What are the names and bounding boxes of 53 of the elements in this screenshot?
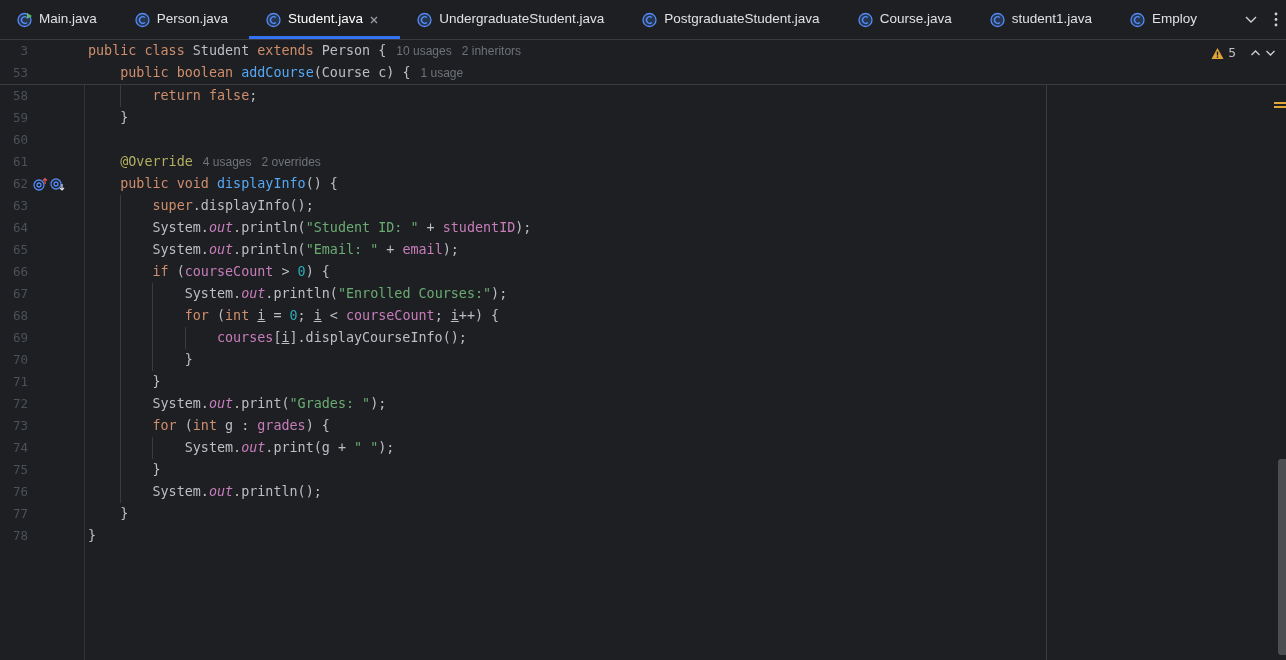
class-icon bbox=[266, 11, 283, 28]
runnable-class-icon bbox=[17, 11, 33, 28]
code-line: } bbox=[120, 108, 129, 127]
more-options-icon[interactable] bbox=[1274, 12, 1278, 27]
code-line: System.out.println(); bbox=[152, 482, 322, 501]
code-line: System.out.println("Student ID: " + studentID); bbox=[152, 218, 532, 237]
code-line: public void displayInfo() { bbox=[120, 174, 338, 193]
editor-tab[interactable]: UndergraduateStudent.java bbox=[400, 0, 626, 39]
editor-tab[interactable]: Employ bbox=[1113, 0, 1218, 39]
class-icon bbox=[857, 11, 874, 28]
overridden-down-icon[interactable] bbox=[50, 177, 65, 191]
chevron-down-icon[interactable] bbox=[1265, 48, 1276, 58]
code-line: @Override bbox=[120, 152, 193, 171]
code-line: } bbox=[184, 350, 193, 369]
inlay-hint[interactable]: 2 inheritors bbox=[461, 42, 522, 60]
override-up-icon[interactable] bbox=[33, 177, 48, 191]
class-icon bbox=[642, 11, 659, 28]
editor-tab[interactable]: Main.java bbox=[0, 0, 118, 39]
inlay-hint[interactable]: 2 overrides bbox=[261, 153, 321, 171]
editor-tab[interactable]: student1.java bbox=[972, 0, 1113, 39]
class-icon bbox=[989, 11, 1006, 28]
inlay-hint[interactable]: 1 usage bbox=[420, 64, 464, 82]
editor-tab[interactable]: Person.java bbox=[117, 0, 250, 39]
code-line: public boolean addCourse(Course c) { bbox=[120, 63, 411, 82]
code-line: } bbox=[152, 460, 161, 479]
warning-count[interactable]: 5 bbox=[1228, 43, 1236, 63]
code-line: System.out.println("Enrolled Courses:"); bbox=[184, 284, 508, 303]
code-line: courses[i].displayCourseInfo(); bbox=[216, 328, 467, 347]
code-line: } bbox=[152, 372, 161, 391]
code-line: } bbox=[120, 504, 129, 523]
warning-marker-icon[interactable] bbox=[1274, 102, 1286, 108]
code-line: return false; bbox=[152, 86, 258, 105]
code-line: } bbox=[88, 526, 97, 545]
code-line: System.out.print("Grades: "); bbox=[152, 394, 387, 413]
class-icon bbox=[417, 11, 434, 28]
inlay-hint[interactable]: 4 usages bbox=[202, 153, 252, 171]
chevron-up-icon[interactable] bbox=[1250, 48, 1261, 58]
close-icon[interactable] bbox=[369, 14, 380, 25]
code-line: for (int i = 0; i < courseCount; i++) { bbox=[184, 306, 500, 325]
class-icon bbox=[134, 11, 151, 28]
editor-tab[interactable]: Student.java bbox=[249, 0, 401, 39]
code-line: public class Student extends Person { bbox=[88, 41, 387, 60]
warning-icon bbox=[1211, 46, 1225, 60]
code-line: for (int g : grades) { bbox=[152, 416, 330, 435]
class-icon bbox=[1130, 11, 1146, 28]
scrollbar-thumb[interactable] bbox=[1278, 459, 1286, 655]
code-line: if (courseCount > 0) { bbox=[152, 262, 330, 281]
code-line: super.displayInfo(); bbox=[152, 196, 314, 215]
editor-tab[interactable]: PostgraduateStudent.java bbox=[625, 0, 841, 39]
code-line: System.out.println("Email: " + email); bbox=[152, 240, 459, 259]
editor-tab[interactable]: Course.java bbox=[840, 0, 973, 39]
code-line: System.out.print(g + " "); bbox=[184, 438, 395, 457]
inlay-hint[interactable]: 10 usages bbox=[396, 42, 452, 60]
